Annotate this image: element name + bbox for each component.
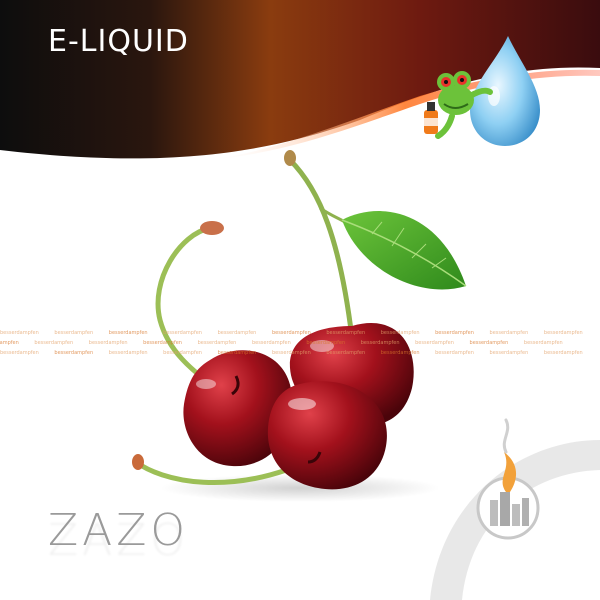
flame-city-logo-icon [476, 418, 540, 540]
product-banner: E-LIQUID besserdampfen besserdampfen bes… [0, 0, 600, 600]
